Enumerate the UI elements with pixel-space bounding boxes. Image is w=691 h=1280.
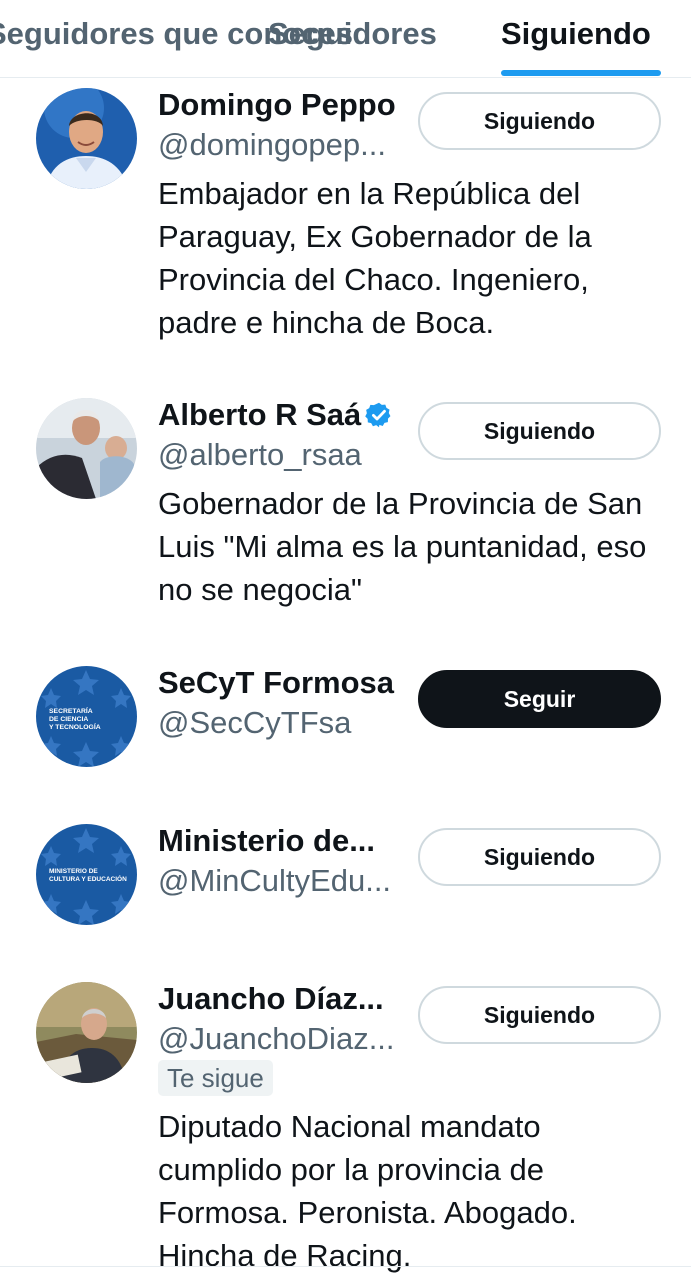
user-handle[interactable]: @SecCyTFsa — [158, 706, 351, 740]
following-button[interactable]: Siguiendo — [418, 92, 661, 150]
follows-you-badge: Te sigue — [158, 1060, 273, 1096]
user-name[interactable]: Domingo Peppo — [158, 88, 396, 122]
verified-badge-icon — [365, 402, 391, 428]
user-name[interactable]: Juancho Díaz... — [158, 982, 384, 1016]
tab-bar: Seguidores que conoces Seguidores Siguie… — [0, 0, 691, 78]
user-name[interactable]: Ministerio de... — [158, 824, 375, 858]
user-handle[interactable]: @JuanchoDiaz... — [158, 1022, 395, 1056]
avatar[interactable] — [36, 982, 137, 1083]
avatar[interactable]: MINISTERIO DE CULTURA Y EDUCACIÓN — [36, 824, 137, 925]
avatar-text-line: DE CIENCIA — [49, 716, 88, 723]
user-bio: Gobernador de la Provincia de San Luis "… — [158, 486, 647, 607]
avatar[interactable] — [36, 88, 137, 189]
avatar-text-line: CULTURA Y EDUCACIÓN — [49, 874, 127, 883]
user-bio: Diputado Nacional mandato cumplido por l… — [158, 1109, 577, 1273]
avatar-text-line: MINISTERIO DE — [49, 868, 98, 875]
user-name[interactable]: SeCyT Formosa — [158, 666, 394, 700]
avatar[interactable] — [36, 398, 137, 499]
user-handle[interactable]: @domingopep... — [158, 128, 386, 162]
user-name[interactable]: Alberto R Saá — [158, 398, 393, 432]
avatar[interactable]: SECRETARÍA DE CIENCIA Y TECNOLOGÍA — [36, 666, 137, 767]
tab-followers[interactable]: Seguidores — [268, 16, 437, 52]
following-button[interactable]: Siguiendo — [418, 402, 661, 460]
bottom-divider — [0, 1266, 691, 1267]
following-button[interactable]: Siguiendo — [418, 986, 661, 1044]
following-button[interactable]: Siguiendo — [418, 828, 661, 886]
user-handle[interactable]: @alberto_rsaa — [158, 438, 362, 472]
follow-button[interactable]: Seguir — [418, 670, 661, 728]
active-tab-indicator — [501, 70, 661, 76]
avatar-text-line: Y TECNOLOGÍA — [49, 722, 101, 731]
avatar-text-line: SECRETARÍA — [49, 706, 93, 715]
user-bio: Embajador en la República del Paraguay, … — [158, 176, 592, 340]
user-handle[interactable]: @MinCultyEdu... — [158, 864, 391, 898]
tab-following[interactable]: Siguiendo — [501, 16, 651, 52]
